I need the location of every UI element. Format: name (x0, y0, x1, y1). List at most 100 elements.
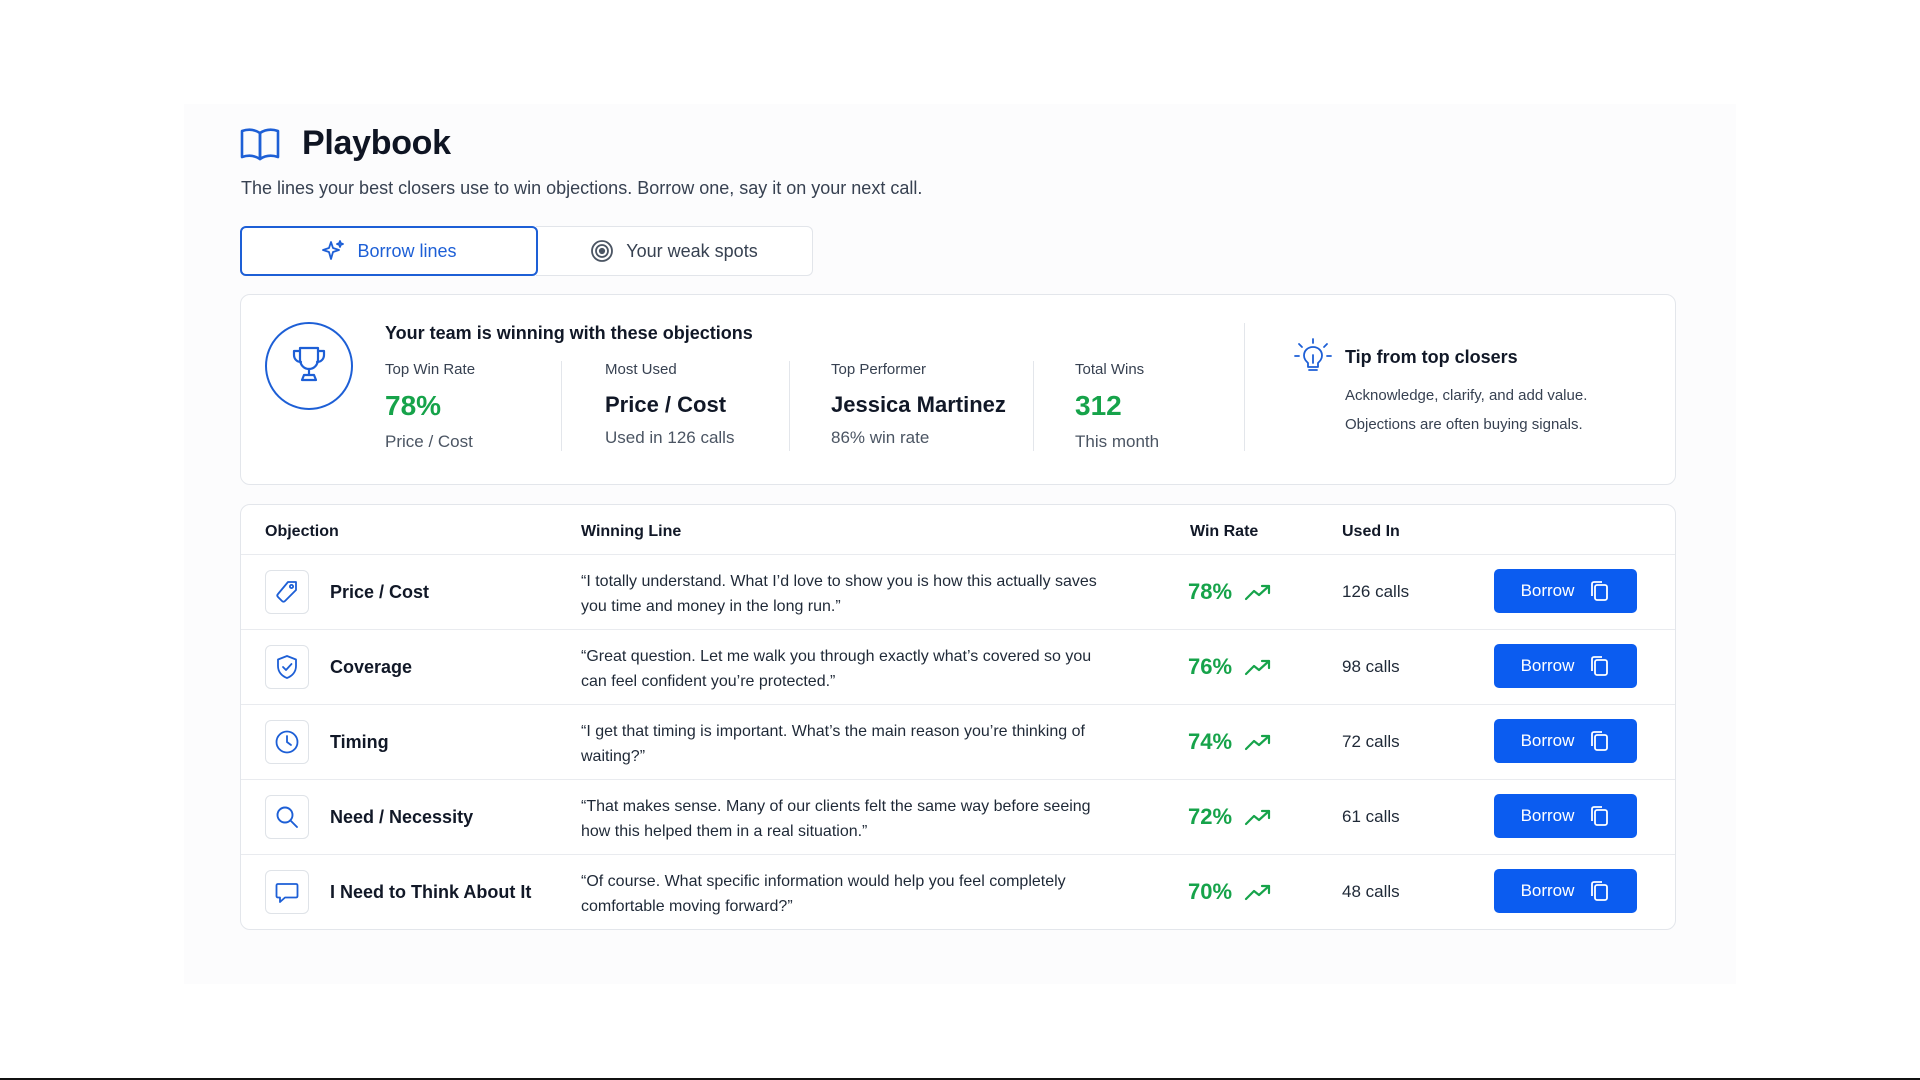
table-row: Price / Cost “I totally understand. What… (241, 555, 1675, 630)
summary-card: Your team is winning with these objectio… (240, 294, 1676, 485)
winning-line-text: “I totally understand. What I’d love to … (581, 573, 1097, 615)
copy-icon (1588, 729, 1610, 753)
stat-divider (561, 361, 562, 451)
winning-line-text: “That makes sense. Many of our clients f… (581, 798, 1091, 840)
stat-most-used: Most Used Price / Cost Used in 126 calls (605, 361, 734, 448)
trophy-badge (265, 322, 353, 410)
stat-label: Total Wins (1075, 361, 1145, 378)
lightbulb-icon (1291, 335, 1335, 379)
win-rate-value: 76% (1188, 654, 1233, 679)
win-rate: 74% (1188, 729, 1272, 755)
tab-bar: Borrow lines Your weak spots (240, 226, 813, 276)
copy-icon (1588, 579, 1610, 603)
copy-icon (1588, 654, 1610, 678)
page-subtitle: The lines your best closers use to win o… (241, 178, 923, 198)
table-row: I Need to Think About It “Of course. Wha… (241, 855, 1675, 929)
tag-icon (265, 570, 309, 614)
copy-icon (1588, 879, 1610, 903)
chat-bubble-icon (265, 870, 309, 914)
tab-borrow-lines[interactable]: Borrow lines (240, 226, 538, 276)
sparkles-icon (321, 239, 345, 263)
borrow-button[interactable]: Borrow (1494, 644, 1637, 688)
tab-label: Your weak spots (626, 240, 758, 261)
book-open-icon (240, 127, 280, 161)
stat-sub: 86% win rate (831, 428, 930, 447)
table-row: Timing “I get that timing is important. … (241, 705, 1675, 780)
column-header-objection: Objection (265, 523, 339, 540)
trend-up-icon (1244, 657, 1272, 677)
trend-up-icon (1244, 882, 1272, 902)
objection-name: I Need to Think About It (330, 882, 532, 902)
summary-title: Your team is winning with these objectio… (385, 323, 753, 343)
column-header-win-rate: Win Rate (1190, 523, 1259, 540)
clock-icon (265, 720, 309, 764)
used-in-count: 48 calls (1342, 882, 1400, 901)
borrow-label: Borrow (1520, 656, 1575, 675)
win-rate-value: 70% (1188, 879, 1233, 904)
stat-value: 78% (385, 390, 442, 421)
used-in-count: 98 calls (1342, 657, 1400, 676)
trend-up-icon (1244, 732, 1272, 752)
borrow-label: Borrow (1520, 881, 1575, 900)
tab-weak-spots[interactable]: Your weak spots (536, 226, 813, 276)
win-rate-value: 72% (1188, 804, 1233, 829)
stat-label: Top Performer (831, 361, 927, 378)
stat-value: 312 (1075, 390, 1122, 421)
table-header: Objection Winning Line Win Rate Used In (241, 505, 1675, 555)
page-header: Playbook (240, 124, 451, 163)
borrow-label: Borrow (1520, 581, 1575, 600)
tip-title: Tip from top closers (1345, 347, 1518, 367)
borrow-label: Borrow (1520, 731, 1575, 750)
borrow-button[interactable]: Borrow (1494, 569, 1637, 613)
borrow-label: Borrow (1520, 806, 1575, 825)
stat-divider (1033, 361, 1034, 451)
winning-line-text: “I get that timing is important. What’s … (581, 723, 1085, 765)
column-header-used-in: Used In (1342, 523, 1400, 540)
win-rate: 78% (1188, 579, 1272, 605)
column-header-winning-line: Winning Line (581, 523, 682, 540)
trend-up-icon (1244, 582, 1272, 602)
target-icon (590, 239, 614, 263)
stat-sub: Used in 126 calls (605, 428, 735, 447)
winning-line-text: “Great question. Let me walk you through… (581, 648, 1092, 690)
win-rate: 70% (1188, 879, 1272, 905)
objection-name: Timing (330, 732, 389, 752)
win-rate-value: 74% (1188, 729, 1233, 754)
objection-name: Need / Necessity (330, 807, 474, 827)
trophy-icon (288, 343, 330, 390)
copy-icon (1588, 804, 1610, 828)
win-rate-value: 78% (1188, 579, 1233, 604)
borrow-button[interactable]: Borrow (1494, 794, 1637, 838)
stat-value: Jessica Martinez (831, 392, 1006, 417)
tip-line: Acknowledge, clarify, and add value. (1345, 387, 1588, 404)
win-rate: 72% (1188, 804, 1272, 830)
stat-divider (789, 361, 790, 451)
search-icon (265, 795, 309, 839)
stat-value: Price / Cost (605, 392, 727, 417)
win-rate: 76% (1188, 654, 1272, 680)
winning-line-text: “Of course. What specific information wo… (581, 873, 1066, 915)
table-row: Need / Necessity “That makes sense. Many… (241, 780, 1675, 855)
stat-sub: Price / Cost (385, 432, 473, 451)
tab-label: Borrow lines (357, 240, 457, 261)
used-in-count: 61 calls (1342, 807, 1400, 826)
stat-label: Most Used (605, 361, 677, 378)
objection-name: Coverage (330, 657, 413, 677)
used-in-count: 72 calls (1342, 732, 1400, 751)
stat-top-win-rate: Top Win Rate 78% Price / Cost (385, 361, 475, 452)
tip-line: Objections are often buying signals. (1345, 416, 1583, 433)
table-row: Coverage “Great question. Let me walk yo… (241, 630, 1675, 705)
page-title: Playbook (302, 124, 451, 162)
objection-name: Price / Cost (330, 582, 430, 602)
stat-label: Top Win Rate (385, 361, 476, 378)
borrow-button[interactable]: Borrow (1494, 719, 1637, 763)
used-in-count: 126 calls (1342, 582, 1410, 601)
tip-divider (1244, 323, 1245, 451)
shield-check-icon (265, 645, 309, 689)
borrow-button[interactable]: Borrow (1494, 869, 1637, 913)
stat-total-wins: Total Wins 312 This month (1075, 361, 1159, 452)
stat-sub: This month (1075, 432, 1160, 451)
stat-top-performer: Top Performer Jessica Martinez 86% win r… (831, 361, 1006, 448)
objections-table: Objection Winning Line Win Rate Used In … (240, 504, 1676, 930)
trend-up-icon (1244, 807, 1272, 827)
